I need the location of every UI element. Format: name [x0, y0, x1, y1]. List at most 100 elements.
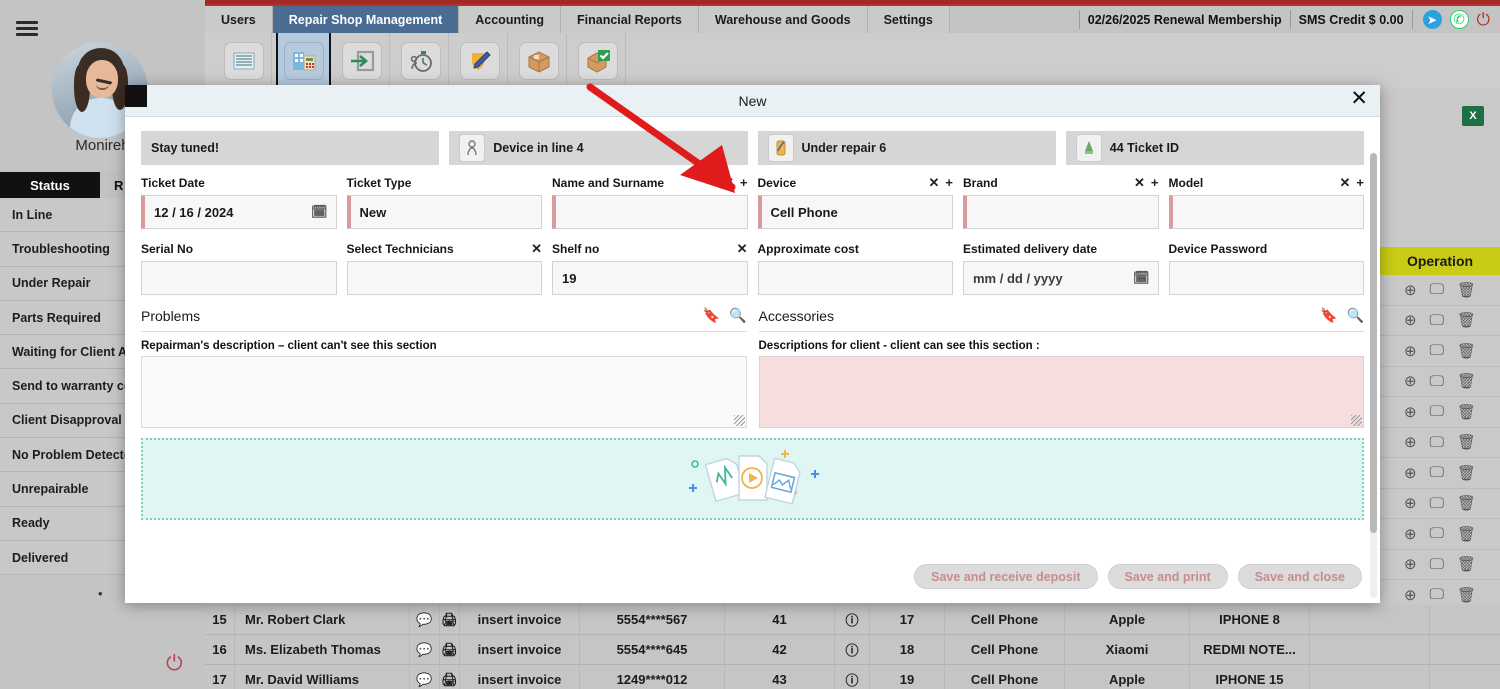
print-icon[interactable]: 🖨 [440, 605, 460, 634]
add-icon[interactable]: ⊕ [1404, 464, 1417, 482]
delete-icon[interactable]: 🗑 [1457, 433, 1476, 451]
tab-settings[interactable]: Settings [867, 6, 950, 33]
add-icon[interactable]: + [1151, 175, 1159, 191]
insert-invoice-link[interactable]: insert invoice [460, 665, 580, 689]
resize-handle[interactable] [1351, 415, 1362, 426]
clear-icon[interactable]: ✕ [1134, 175, 1145, 191]
clear-icon[interactable]: ✕ [737, 241, 748, 257]
add-icon[interactable]: + [740, 175, 748, 191]
table-row[interactable]: 16 Ms. Elizabeth Thomas 💬 🖨 insert invoice 55… [205, 635, 1500, 665]
export-excel-icon[interactable]: X [1462, 106, 1484, 126]
bookmark-icon[interactable]: 🔖 [703, 307, 720, 324]
modal-scrollbar-thumb[interactable] [1370, 153, 1377, 533]
add-icon[interactable]: ⊕ [1404, 372, 1417, 390]
search-icon[interactable]: 🔍 [1347, 307, 1364, 324]
input-device[interactable]: Cell Phone [757, 195, 953, 229]
table-row[interactable]: 15 Mr. Robert Clark 💬 🖨 insert invoice 5554**… [205, 605, 1500, 635]
delete-icon[interactable]: 🗑 [1457, 586, 1476, 604]
modal-scrollbar[interactable] [1370, 153, 1377, 598]
add-icon[interactable]: ⊕ [1404, 494, 1417, 512]
clear-icon[interactable]: ✕ [1340, 175, 1351, 191]
input-shelf-no[interactable]: 19 [552, 261, 748, 295]
add-icon[interactable]: ⊕ [1404, 342, 1417, 360]
package-check-icon[interactable] [578, 41, 618, 80]
add-icon[interactable]: + [945, 175, 953, 191]
delete-icon[interactable]: 🗑 [1457, 342, 1476, 360]
add-icon[interactable]: ⊕ [1404, 586, 1417, 604]
search-icon[interactable]: 🔍 [729, 307, 746, 324]
insert-invoice-link[interactable]: insert invoice [460, 635, 580, 664]
tab-warehouse-and-goods[interactable]: Warehouse and Goods [698, 6, 868, 33]
save-and-receive-deposit-button[interactable]: Save and receive deposit [914, 564, 1098, 589]
delete-icon[interactable]: 🗑 [1457, 311, 1476, 329]
input-estimated-delivery-date[interactable]: mm / dd / yyyy 🗓 [963, 261, 1159, 295]
documents-icon[interactable] [224, 41, 264, 80]
info-icon[interactable]: ⓘ [835, 605, 870, 634]
print-icon[interactable]: 🖨 [440, 665, 460, 689]
add-icon[interactable]: + [1356, 175, 1364, 191]
chat-icon[interactable]: 💬 [410, 635, 440, 664]
tab-accounting[interactable]: Accounting [459, 6, 561, 33]
whatsapp-icon[interactable]: ✆ [1449, 10, 1469, 29]
input-brand[interactable] [963, 195, 1159, 229]
login-arrow-icon[interactable] [342, 41, 382, 80]
add-icon[interactable]: ⊕ [1404, 311, 1417, 329]
input-name-and-surname[interactable] [552, 195, 748, 229]
monitor-icon[interactable]: 🖵 [1430, 434, 1444, 451]
stopwatch-icon[interactable] [401, 41, 441, 80]
delete-icon[interactable]: 🗑 [1457, 494, 1476, 512]
resize-handle[interactable] [733, 415, 745, 426]
input-select-technicians[interactable] [346, 261, 542, 295]
client-description-input[interactable] [758, 356, 1364, 428]
shield-pen-icon[interactable] [460, 41, 500, 80]
input-ticket-type[interactable]: New [346, 195, 542, 229]
tab-financial-reports[interactable]: Financial Reports [561, 6, 699, 33]
delete-icon[interactable]: 🗑 [1457, 555, 1476, 573]
save-and-print-button[interactable]: Save and print [1107, 564, 1228, 589]
repairman-description-input[interactable] [141, 356, 747, 428]
add-icon[interactable]: ⊕ [1404, 403, 1417, 421]
input-serial-no[interactable] [141, 261, 337, 295]
chat-icon[interactable]: 💬 [410, 665, 440, 689]
delete-icon[interactable]: 🗑 [1457, 464, 1476, 482]
table-row[interactable]: 17 Mr. David Williams 💬 🖨 insert invoice 1249… [205, 665, 1500, 689]
input-approximate-cost[interactable] [757, 261, 953, 295]
delete-icon[interactable]: 🗑 [1457, 372, 1476, 390]
tab-users[interactable]: Users [205, 6, 273, 33]
package-icon[interactable] [519, 41, 559, 80]
monitor-icon[interactable]: 🖵 [1430, 403, 1444, 420]
monitor-icon[interactable]: 🖵 [1430, 373, 1444, 390]
insert-invoice-link[interactable]: insert invoice [460, 605, 580, 634]
monitor-icon[interactable]: 🖵 [1430, 495, 1444, 512]
monitor-icon[interactable]: 🖵 [1430, 525, 1444, 542]
bookmark-icon[interactable]: 🔖 [1320, 307, 1337, 324]
power-icon[interactable]: ⏻ [1477, 11, 1490, 28]
add-icon[interactable]: ⊕ [1404, 433, 1417, 451]
hamburger-menu-icon[interactable] [16, 18, 38, 39]
input-device-password[interactable] [1168, 261, 1364, 295]
telegram-icon[interactable]: ➤ [1422, 10, 1442, 29]
calendar-icon[interactable]: 🗓 [311, 204, 328, 220]
clear-icon[interactable]: ✕ [723, 175, 734, 191]
info-icon[interactable]: ⓘ [835, 665, 870, 689]
monitor-icon[interactable]: 🖵 [1430, 281, 1444, 298]
sidebar-power-icon[interactable]: ⏻ [166, 652, 183, 676]
delete-icon[interactable]: 🗑 [1457, 281, 1476, 299]
save-and-close-button[interactable]: Save and close [1237, 564, 1362, 589]
file-dropzone[interactable] [141, 438, 1364, 520]
chat-icon[interactable]: 💬 [410, 605, 440, 634]
input-model[interactable] [1168, 195, 1364, 229]
calendar-icon[interactable]: 🗓 [1133, 270, 1150, 286]
monitor-icon[interactable]: 🖵 [1430, 464, 1444, 481]
monitor-icon[interactable]: 🖵 [1430, 586, 1444, 603]
calculator-building-icon[interactable] [283, 41, 324, 80]
add-icon[interactable]: ⊕ [1404, 525, 1417, 543]
delete-icon[interactable]: 🗑 [1457, 403, 1476, 421]
add-icon[interactable]: ⊕ [1404, 555, 1417, 573]
close-icon[interactable]: ✕ [1350, 88, 1368, 109]
tab-repair-shop-management[interactable]: Repair Shop Management [272, 6, 460, 33]
monitor-icon[interactable]: 🖵 [1430, 556, 1444, 573]
add-icon[interactable]: ⊕ [1404, 281, 1417, 299]
info-icon[interactable]: ⓘ [835, 635, 870, 664]
monitor-icon[interactable]: 🖵 [1430, 312, 1444, 329]
